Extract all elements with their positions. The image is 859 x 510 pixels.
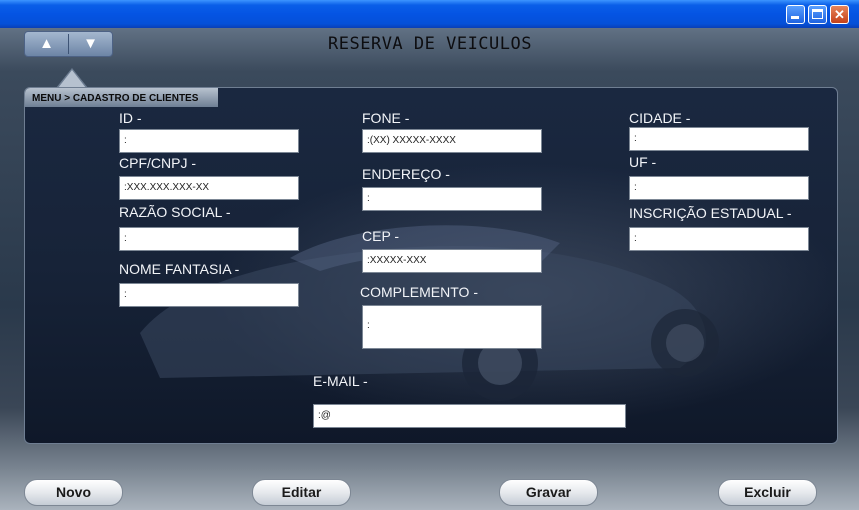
customer-form-panel: MENU > CADASTRO DE CLIENTES ID - : CPF/C… — [24, 87, 838, 444]
breadcrumb: MENU > CADASTRO DE CLIENTES — [25, 88, 218, 107]
minimize-icon — [791, 16, 799, 19]
inscricao-estadual-label: INSCRIÇÃO ESTADUAL - — [629, 205, 792, 221]
id-label: ID - — [119, 110, 142, 126]
excluir-button[interactable]: Excluir — [718, 479, 817, 506]
novo-button[interactable]: Novo — [24, 479, 123, 506]
email-label: E-MAIL - — [313, 373, 368, 389]
fone-field[interactable]: :(XX) XXXXX-XXXX — [362, 129, 542, 153]
razao-social-field[interactable]: : — [119, 227, 299, 251]
nome-fantasia-label: NOME FANTASIA - — [119, 261, 240, 277]
cpf-field[interactable]: :XXX.XXX.XXX-XX — [119, 176, 299, 200]
nome-fantasia-field[interactable]: : — [119, 283, 299, 307]
endereco-field[interactable]: : — [362, 187, 542, 211]
nav-up-button[interactable]: ▲ — [25, 32, 68, 56]
inscricao-estadual-field[interactable]: : — [629, 227, 809, 251]
window-titlebar[interactable]: ✕ — [0, 0, 859, 28]
uf-label: UF - — [629, 154, 657, 170]
id-field[interactable]: : — [119, 129, 299, 153]
close-icon: ✕ — [834, 7, 845, 22]
close-button[interactable]: ✕ — [830, 5, 849, 24]
nav-down-button[interactable]: ▼ — [69, 32, 112, 56]
email-field[interactable]: :@ — [313, 404, 626, 428]
cidade-label: CIDADE - — [629, 110, 691, 126]
minimize-button[interactable] — [786, 5, 805, 24]
page-title: RESERVA DE VEICULOS — [328, 34, 532, 54]
arrow-down-icon: ▼ — [83, 35, 98, 52]
razao-social-label: RAZÃO SOCIAL - — [119, 204, 231, 220]
fone-label: FONE - — [362, 110, 410, 126]
arrow-up-icon: ▲ — [39, 35, 54, 52]
maximize-button[interactable] — [808, 5, 827, 24]
cidade-field[interactable]: : — [629, 127, 809, 151]
breadcrumb-text: MENU > CADASTRO DE CLIENTES — [32, 93, 199, 104]
editar-button[interactable]: Editar — [252, 479, 351, 506]
complemento-field[interactable]: : — [362, 305, 542, 349]
nav-arrow-group: ▲ ▼ — [24, 31, 113, 57]
maximize-icon — [812, 9, 823, 19]
gravar-button[interactable]: Gravar — [499, 479, 598, 506]
endereco-label: ENDEREÇO - — [362, 166, 450, 182]
application-window: ✕ ▲ ▼ RESERVA DE VEICULOS MENU > CADASTR… — [0, 0, 859, 510]
complemento-label: COMPLEMENTO - — [360, 284, 478, 300]
panel-pointer-highlight — [58, 70, 86, 88]
cpf-label: CPF/CNPJ - — [119, 155, 196, 171]
cep-label: CEP - — [362, 228, 400, 244]
uf-field[interactable]: : — [629, 176, 809, 200]
cep-field[interactable]: :XXXXX-XXX — [362, 249, 542, 273]
